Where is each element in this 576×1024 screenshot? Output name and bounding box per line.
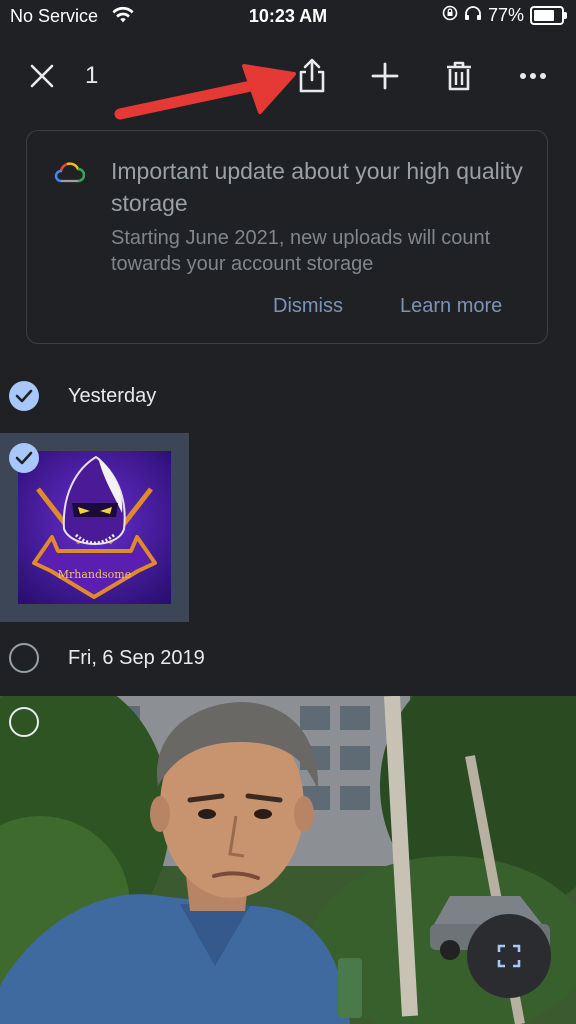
dismiss-button[interactable]: Dismiss	[273, 295, 343, 318]
close-button[interactable]	[18, 52, 66, 100]
close-icon	[30, 64, 54, 88]
expand-view-button[interactable]	[467, 914, 551, 998]
delete-button[interactable]	[435, 52, 483, 100]
status-bar: No Service 10:23 AM 77%	[0, 0, 576, 34]
plus-icon	[371, 62, 399, 90]
thumbnail-caption: Mrhandsome	[57, 568, 132, 581]
photo-selected-check[interactable]	[9, 443, 39, 473]
mrhandsome-logo	[18, 451, 171, 604]
banner-body: Starting June 2021, new uploads will cou…	[111, 227, 491, 275]
banner-title: Important update about your high quality…	[111, 158, 523, 216]
more-options-button[interactable]	[509, 52, 557, 100]
learn-more-button[interactable]: Learn more	[400, 295, 502, 318]
battery-percent: 77%	[487, 5, 524, 25]
fullscreen-icon	[497, 944, 521, 968]
more-horizontal-icon	[520, 73, 546, 79]
checkmark-icon	[15, 451, 33, 465]
selected-count: 1	[85, 62, 99, 89]
add-button[interactable]	[361, 52, 409, 100]
battery-icon	[530, 6, 567, 25]
photo-select-check[interactable]	[9, 707, 39, 737]
status-right: 77%	[442, 5, 567, 26]
share-icon	[299, 58, 325, 93]
rotation-lock-icon	[442, 5, 458, 26]
date-header-yesterday: Yesterday	[68, 385, 157, 407]
trash-icon	[447, 61, 471, 91]
cloud-icon	[53, 161, 86, 188]
date-header-sep-2019: Fri, 6 Sep 2019	[68, 647, 205, 669]
select-date-checkbox-sep-2019[interactable]	[9, 643, 39, 673]
storage-update-banner: Important update about your high quality…	[26, 130, 548, 344]
select-date-checkbox-yesterday[interactable]	[9, 381, 39, 411]
checkmark-icon	[15, 389, 33, 403]
headphones-icon	[464, 5, 482, 26]
annotation-arrow	[114, 64, 296, 120]
photo-thumbnail-mrhandsome[interactable]: Mrhandsome	[18, 451, 171, 604]
